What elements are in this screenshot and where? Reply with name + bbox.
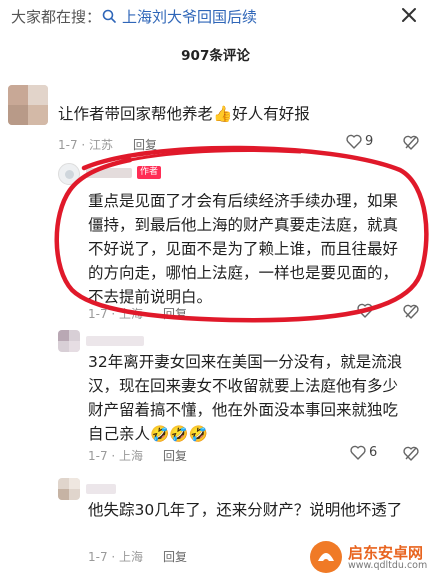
author-name-blurred bbox=[86, 168, 132, 178]
comment-count-title: 907条评论 bbox=[181, 48, 250, 64]
heart-icon bbox=[357, 303, 373, 318]
commenter-name-blurred bbox=[86, 484, 116, 494]
watermark-url: www.qdltdu.com bbox=[348, 560, 428, 571]
comment-line: 不好说了，见面不是为了赖上谁，而且往最好 bbox=[88, 240, 399, 258]
close-icon[interactable] bbox=[398, 4, 420, 26]
comment-line: 32年离开妻女回来在美国一分没有，就是流浪 bbox=[88, 353, 403, 371]
dislike-icon[interactable] bbox=[403, 304, 419, 319]
comment-date-location: 1-7 · 上海 bbox=[88, 307, 144, 321]
like-count: 6 bbox=[369, 445, 378, 460]
avatar[interactable] bbox=[8, 85, 48, 125]
comment-line: 财产留着搞不懂，他在外面没本事回来就独吃 bbox=[88, 401, 399, 419]
dislike-icon[interactable] bbox=[403, 135, 419, 150]
reply-button[interactable]: 回复 bbox=[163, 548, 187, 565]
like-count: 9 bbox=[365, 134, 374, 149]
comment-date-location: 1-7 · 江苏 bbox=[58, 138, 114, 152]
site-watermark: 启东安卓网 www.qdltdu.com bbox=[306, 538, 431, 577]
heart-icon bbox=[350, 445, 366, 460]
comment-date-location: 1-7 · 上海 bbox=[88, 550, 144, 564]
author-badge: 作者 bbox=[137, 166, 162, 179]
avatar[interactable] bbox=[58, 330, 80, 352]
search-query-link[interactable]: 上海刘大爷回国后续 bbox=[122, 6, 257, 27]
heart-icon bbox=[346, 134, 362, 149]
comment-text: 他失踪30几年了，还来分财产？说明他坏透了 bbox=[88, 501, 403, 519]
reply-button[interactable]: 回复 bbox=[163, 305, 187, 322]
like-button[interactable]: 6 bbox=[350, 445, 377, 460]
comment-line: 重点是见面了才会有后续经济手续办理，如果 bbox=[88, 192, 399, 210]
like-button[interactable] bbox=[357, 303, 373, 318]
reply-button[interactable]: 回复 bbox=[163, 447, 187, 464]
comment-line: 汉，现在回来妻女不收留就要上法庭他有多少 bbox=[88, 377, 399, 395]
like-button[interactable]: 9 bbox=[346, 134, 373, 149]
search-suggestion-bar[interactable]: 大家都在搜： 上海刘大爷回国后续 bbox=[0, 0, 431, 30]
author-avatar[interactable] bbox=[58, 163, 80, 185]
comment-text: 重点是见面了才会有后续经济手续办理，如果 僵持，到最后他上海的财产真要走法庭，就… bbox=[88, 189, 418, 309]
commenter-name-blurred bbox=[86, 336, 144, 346]
comment-line: 自己亲人🤣🤣🤣 bbox=[88, 425, 208, 443]
dislike-icon[interactable] bbox=[403, 446, 419, 461]
search-icon bbox=[102, 9, 116, 23]
comment-date-location: 1-7 · 上海 bbox=[88, 449, 144, 463]
reply-button[interactable]: 回复 bbox=[133, 136, 157, 153]
comment-line: 的方向走，哪怕上法庭，一样也是要见面的， bbox=[88, 264, 399, 282]
watermark-logo-icon bbox=[310, 541, 342, 573]
comment-line: 僵持，到最后他上海的财产真要走法庭，就真 bbox=[88, 216, 399, 234]
avatar[interactable] bbox=[58, 478, 80, 500]
comment-text: 32年离开妻女回来在美国一分没有，就是流浪 汉，现在回来妻女不收留就要上法庭他有… bbox=[88, 350, 423, 446]
comment-text: 让作者带回家帮他养老👍好人有好报 bbox=[58, 105, 310, 123]
search-prefix-label: 大家都在搜： bbox=[11, 8, 102, 26]
